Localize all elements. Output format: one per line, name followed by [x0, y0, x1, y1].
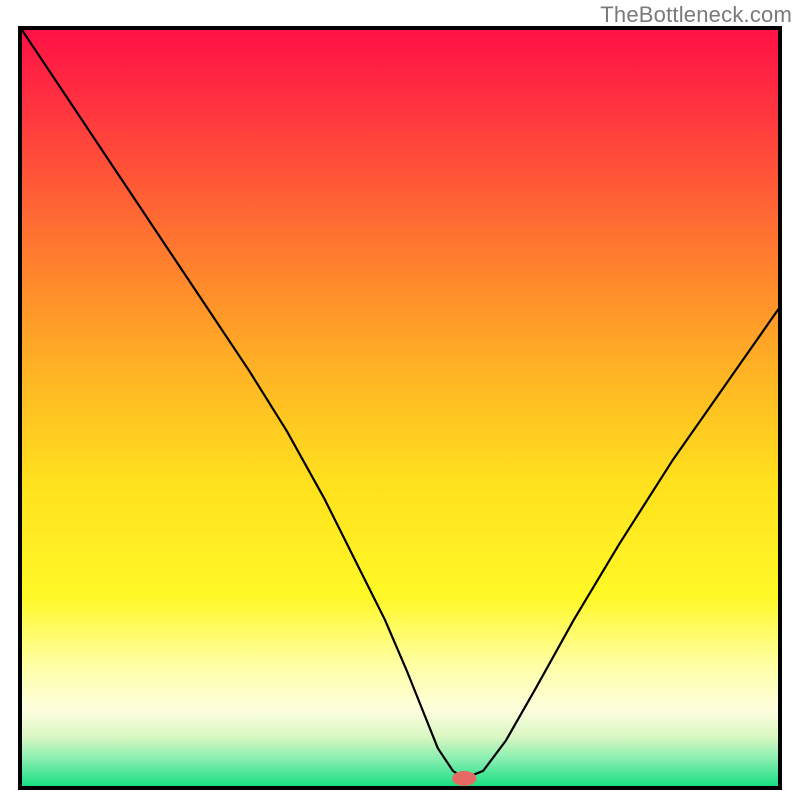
chart-svg	[22, 30, 778, 786]
plot-area	[18, 26, 782, 790]
watermark-text: TheBottleneck.com	[600, 2, 792, 28]
chart-container: TheBottleneck.com	[0, 0, 800, 800]
background-gradient	[22, 30, 778, 786]
optimum-marker	[452, 771, 476, 786]
